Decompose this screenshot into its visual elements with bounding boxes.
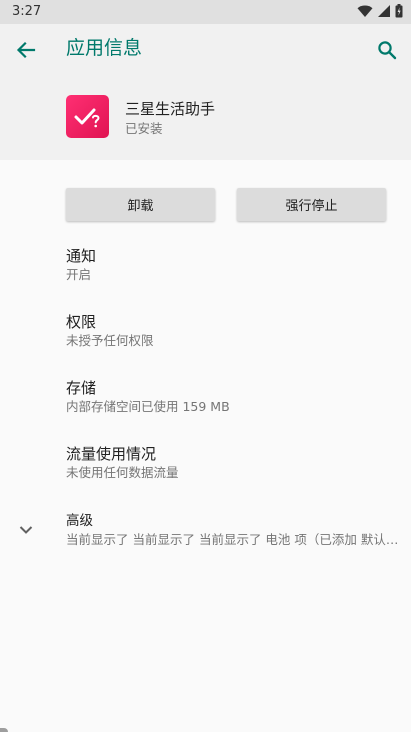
app-info-header: 应用信息 三星生活助手 已安装 xyxy=(0,24,411,160)
force-stop-button[interactable]: 强行停止 xyxy=(237,188,386,221)
pref-title: 高级 xyxy=(66,513,93,529)
back-button[interactable] xyxy=(12,36,40,64)
arrow-back-icon xyxy=(16,41,36,59)
pref-summary: 当前显示了 当前显示了 当前显示了 电池 项（已添加 默认打开、电池、存储、内存… xyxy=(66,532,399,547)
pref-title: 存储 xyxy=(66,379,97,397)
uninstall-button[interactable]: 卸载 xyxy=(66,188,215,221)
battery-icon xyxy=(395,4,403,18)
app-name: 三星生活助手 xyxy=(125,100,216,118)
page-title: 应用信息 xyxy=(66,37,143,59)
pref-data-usage[interactable]: 流量使用情况 未使用任何数据流量 xyxy=(0,444,411,504)
pref-permissions[interactable]: 权限 未授予任何权限 xyxy=(0,312,411,372)
status-icons xyxy=(357,4,403,18)
check-question-icon xyxy=(74,108,100,127)
wifi-icon xyxy=(357,5,373,17)
app-install-status: 已安装 xyxy=(125,121,163,136)
expand-button[interactable] xyxy=(16,520,36,540)
status-time: 3:27 xyxy=(12,4,42,19)
pref-notifications[interactable]: 通知 开启 xyxy=(0,246,411,306)
signal-icon xyxy=(378,5,390,17)
pref-summary: 开启 xyxy=(66,267,92,282)
app-icon xyxy=(66,95,109,138)
pref-summary: 内部存储空间已使用 159 MB xyxy=(66,399,230,414)
pref-storage[interactable]: 存储 内部存储空间已使用 159 MB xyxy=(0,378,411,438)
pref-advanced[interactable]: 高级 当前显示了 当前显示了 当前显示了 电池 项（已添加 默认打开、电池、存储… xyxy=(0,511,411,571)
status-bar: 3:27 xyxy=(0,0,411,24)
pref-summary: 未授予任何权限 xyxy=(66,333,154,348)
nav-handle xyxy=(0,728,8,732)
pref-title: 权限 xyxy=(66,313,97,331)
pref-summary: 未使用任何数据流量 xyxy=(66,465,179,480)
chevron-down-icon xyxy=(19,526,33,534)
search-icon xyxy=(378,41,397,60)
pref-title: 通知 xyxy=(66,247,97,265)
search-button[interactable] xyxy=(373,36,401,64)
pref-title: 流量使用情况 xyxy=(66,445,157,463)
